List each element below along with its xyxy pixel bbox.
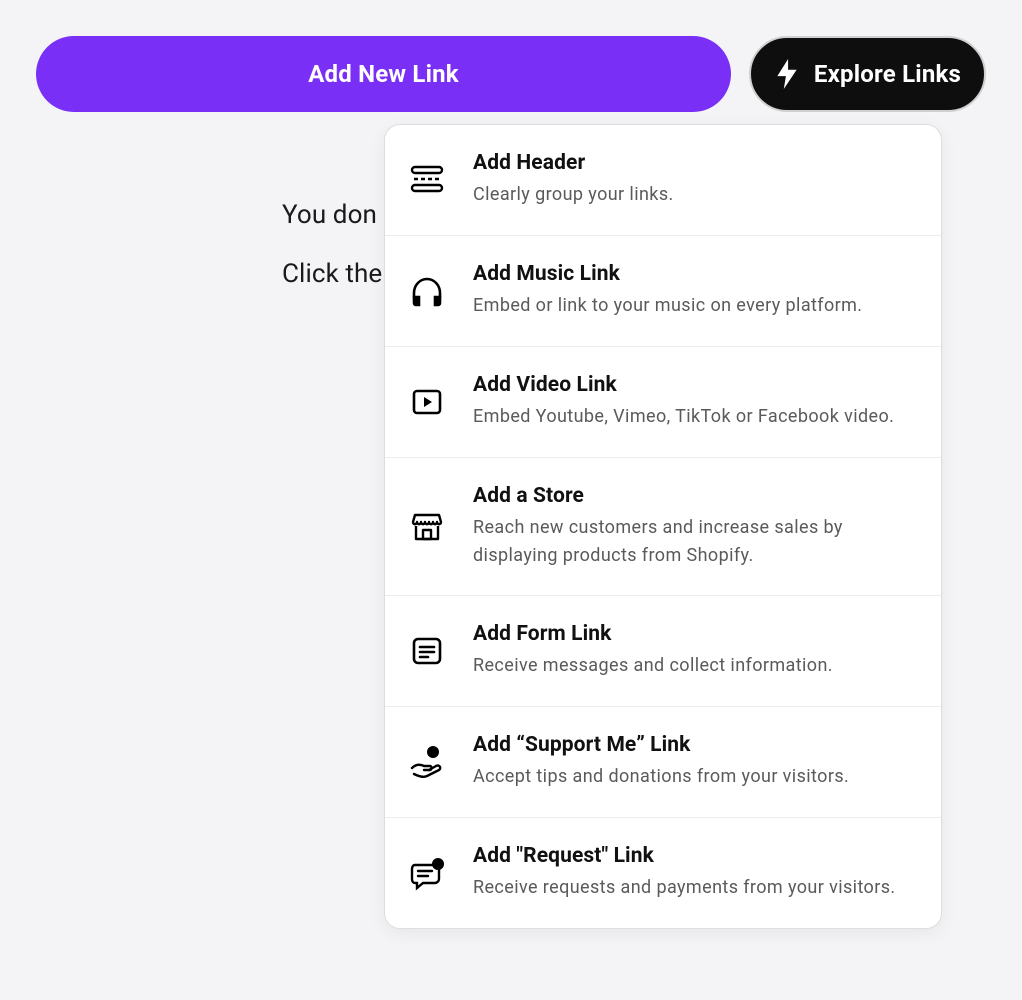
form-icon xyxy=(409,633,445,669)
menu-item-desc: Embed Youtube, Vimeo, TikTok or Facebook… xyxy=(473,403,917,431)
svg-text:$: $ xyxy=(431,748,436,757)
add-new-link-label: Add New Link xyxy=(308,60,459,88)
explore-links-button[interactable]: Explore Links xyxy=(749,36,986,112)
music-icon xyxy=(409,273,445,309)
menu-item-title: Add Form Link xyxy=(473,622,917,646)
menu-item-desc: Embed or link to your music on every pla… xyxy=(473,292,917,320)
menu-item-add-header[interactable]: Add Header Clearly group your links. xyxy=(385,125,941,236)
link-type-dropdown: Add Header Clearly group your links. Add… xyxy=(384,124,942,929)
menu-item-add-store[interactable]: Add a Store Reach new customers and incr… xyxy=(385,458,941,597)
video-icon xyxy=(409,384,445,420)
header-icon xyxy=(409,162,445,198)
menu-item-add-request-link[interactable]: $ Add "Request" Link Receive requests an… xyxy=(385,818,941,928)
support-icon: $ xyxy=(409,744,445,780)
background-text-line1: You don xyxy=(282,200,377,230)
menu-item-add-music-link[interactable]: Add Music Link Embed or link to your mus… xyxy=(385,236,941,347)
menu-item-title: Add a Store xyxy=(473,484,917,508)
menu-item-title: Add Music Link xyxy=(473,262,917,286)
menu-item-add-form-link[interactable]: Add Form Link Receive messages and colle… xyxy=(385,596,941,707)
menu-item-title: Add "Request" Link xyxy=(473,844,917,868)
menu-item-desc: Clearly group your links. xyxy=(473,181,917,209)
menu-item-desc: Accept tips and donations from your visi… xyxy=(473,763,917,791)
request-icon: $ xyxy=(409,855,445,891)
menu-item-title: Add “Support Me” Link xyxy=(473,733,917,757)
svg-text:$: $ xyxy=(436,860,441,869)
menu-item-desc: Receive messages and collect information… xyxy=(473,652,917,680)
store-icon xyxy=(409,509,445,545)
background-text-line2: Click the xyxy=(282,259,382,289)
menu-item-title: Add Video Link xyxy=(473,373,917,397)
menu-item-desc: Reach new customers and increase sales b… xyxy=(473,514,917,570)
menu-item-desc: Receive requests and payments from your … xyxy=(473,874,917,902)
lightning-icon xyxy=(774,59,800,89)
menu-item-title: Add Header xyxy=(473,151,917,175)
explore-links-label: Explore Links xyxy=(814,60,961,88)
add-new-link-button[interactable]: Add New Link xyxy=(36,36,731,112)
menu-item-add-support-me-link[interactable]: $ Add “Support Me” Link Accept tips and … xyxy=(385,707,941,818)
menu-item-add-video-link[interactable]: Add Video Link Embed Youtube, Vimeo, Tik… xyxy=(385,347,941,458)
